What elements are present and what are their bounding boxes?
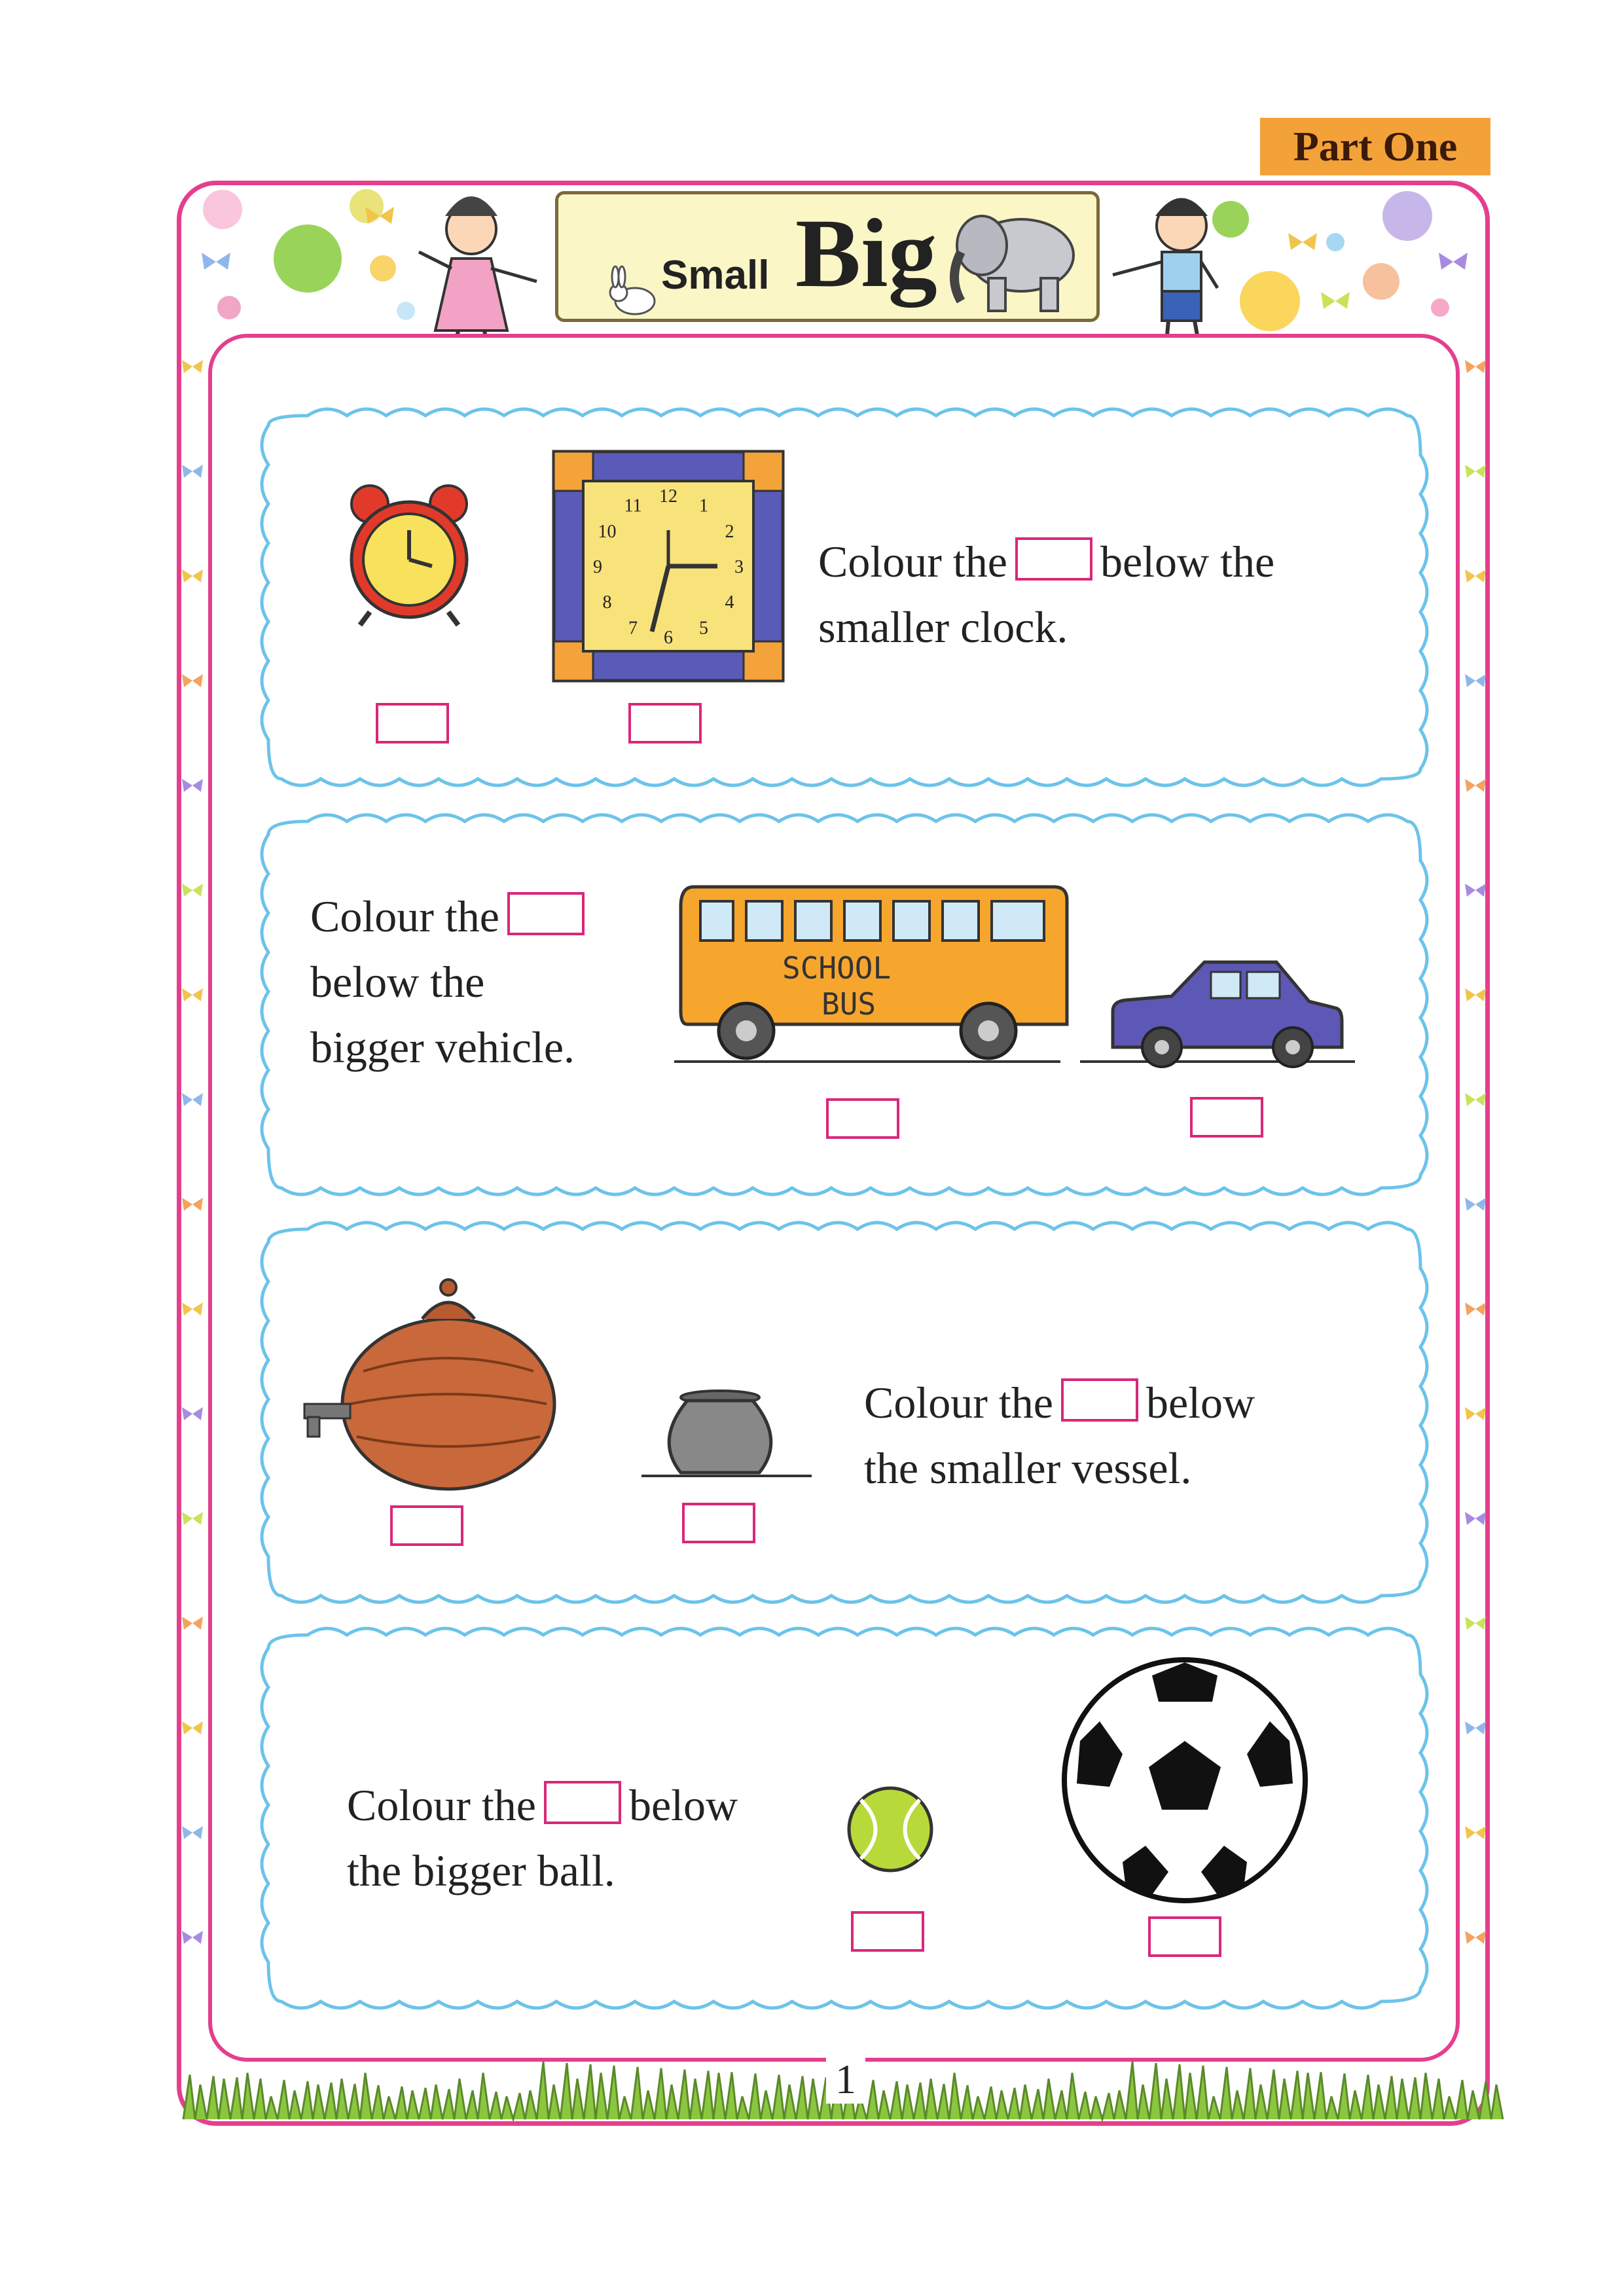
- legend-box: [1060, 1378, 1138, 1422]
- bus-sign-line2: BUS: [821, 986, 876, 1022]
- clock-numeral: 8: [602, 592, 611, 613]
- clock-numeral: 7: [628, 619, 638, 639]
- clock-numeral: 1: [699, 495, 708, 516]
- clock-numeral: 12: [659, 486, 677, 507]
- exercise-4-line1-pre: Colour the: [347, 1780, 536, 1830]
- tennis-ball-icon: [847, 1786, 933, 1873]
- title-small: Small: [661, 253, 770, 298]
- alarm-clock-icon: [350, 484, 469, 627]
- exercise-1-line1-pre: Colour the: [818, 537, 1007, 586]
- legend-box: [507, 892, 585, 935]
- exercise-3-text: Colour the below the smaller vessel.: [864, 1370, 1255, 1501]
- exercise-3-line2: the smaller vessel.: [864, 1443, 1192, 1493]
- clock-numeral: 2: [725, 522, 734, 542]
- answer-box-small-clock[interactable]: [376, 703, 449, 744]
- wall-clock-icon: 12 1234567891011: [552, 450, 785, 683]
- clock-numeral: 4: [725, 592, 734, 613]
- exercise-3-line1-pre: Colour the: [864, 1378, 1053, 1427]
- page-number: 1: [826, 2055, 865, 2104]
- legend-box: [1015, 537, 1092, 581]
- exercise-4-line2: the bigger ball.: [347, 1846, 615, 1895]
- large-pot-icon: [303, 1278, 556, 1491]
- answer-box-large-pot[interactable]: [390, 1505, 463, 1546]
- answer-box-tennis-ball[interactable]: [851, 1911, 924, 1952]
- answer-box-football[interactable]: [1148, 1916, 1221, 1957]
- football-icon: [1062, 1657, 1308, 1903]
- answer-box-bus[interactable]: [826, 1098, 899, 1139]
- part-label: Part One: [1260, 118, 1490, 175]
- exercise-4-text: Colour the below the bigger ball.: [347, 1772, 738, 1903]
- exercise-2-line1-pre: Colour the: [310, 891, 499, 941]
- clock-numeral: 10: [598, 522, 616, 542]
- school-bus-icon: SCHOOL BUS: [679, 885, 1069, 1060]
- clock-numeral: 6: [664, 628, 673, 648]
- exercise-3-line1-post: below: [1146, 1378, 1255, 1427]
- car-icon: [1111, 960, 1344, 1068]
- clock-numeral: 3: [734, 557, 744, 577]
- legend-box: [543, 1781, 621, 1824]
- answer-box-small-pot[interactable]: [682, 1503, 755, 1543]
- exercise-1-line2: smaller clock.: [818, 602, 1068, 652]
- bus-sign-line1: SCHOOL: [782, 950, 891, 986]
- answer-box-big-clock[interactable]: [628, 703, 702, 744]
- rabbit-icon: [609, 265, 656, 315]
- title-big: Big: [795, 199, 937, 308]
- clock-numeral: 9: [593, 557, 602, 577]
- clock-numeral: 11: [624, 495, 642, 516]
- exercise-2-text: Colour the below the bigger vehicle.: [310, 884, 592, 1080]
- exercise-4-line1-post: below: [628, 1780, 738, 1830]
- small-pot-icon: [641, 1390, 812, 1477]
- clock-numeral: 5: [699, 619, 708, 639]
- exercise-1-text: Colour the below the smaller clock.: [818, 529, 1274, 660]
- answer-box-car[interactable]: [1190, 1097, 1263, 1138]
- exercise-1-line1-post: below the: [1100, 537, 1275, 586]
- exercise-2-line3: bigger vehicle.: [310, 1022, 575, 1072]
- elephant-icon: [950, 215, 1075, 312]
- exercise-2-line2: below the: [310, 957, 485, 1007]
